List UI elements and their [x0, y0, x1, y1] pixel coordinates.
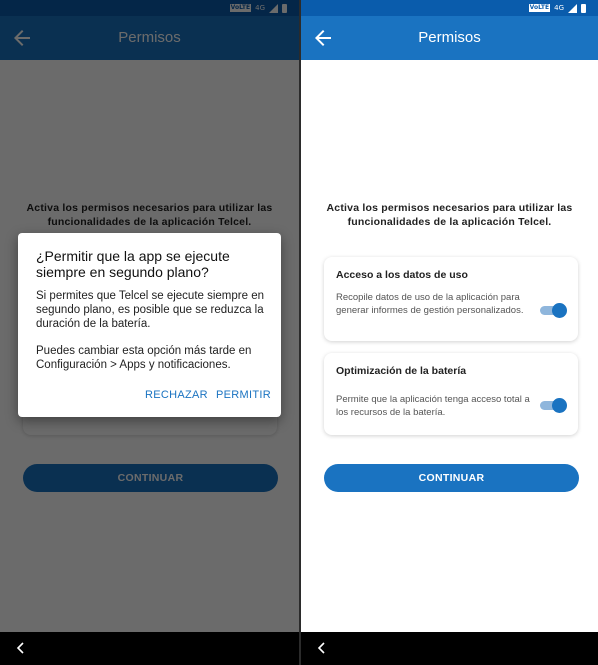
usage-access-card: Acceso a los datos de uso Recopile datos… — [324, 257, 578, 341]
intro-text: Activa los permisos necesarios para util… — [326, 202, 573, 228]
deny-button[interactable]: RECHAZAR — [145, 389, 208, 401]
dialog-message: Si permites que Telcel se ejecute siempr… — [36, 290, 264, 330]
chevron-left-icon[interactable] — [14, 641, 28, 655]
app-bar: Permisos — [301, 16, 598, 60]
system-nav-bar — [0, 632, 299, 665]
continue-button[interactable]: CONTINUAR — [324, 464, 579, 492]
dialog-hint: Puedes cambiar esta opción más tarde en … — [36, 345, 252, 371]
card-title: Optimización de la batería — [336, 365, 467, 377]
battery-icon — [581, 3, 586, 13]
battery-optimization-card: Optimización de la batería Permite que l… — [324, 353, 578, 435]
chevron-left-icon[interactable] — [315, 641, 329, 655]
battery-optimization-toggle[interactable] — [540, 398, 567, 413]
background-permission-dialog: ¿Permitir que la app se ejecute siempre … — [18, 233, 281, 417]
card-title: Acceso a los datos de uso — [336, 269, 468, 281]
left-screen: VoLTE 4G Permisos Activa los permisos ne… — [0, 0, 299, 665]
signal-icon — [568, 3, 577, 13]
card-description: Permite que la aplicación tenga acceso t… — [336, 394, 530, 418]
card-description: Recopile datos de uso de la aplicación p… — [336, 292, 524, 316]
network-type: 4G — [554, 4, 564, 12]
system-nav-bar — [301, 632, 598, 665]
page-title: Permisos — [418, 29, 481, 46]
allow-button[interactable]: PERMITIR — [216, 389, 271, 401]
dialog-title: ¿Permitir que la app se ejecute siempre … — [36, 248, 230, 280]
usage-access-toggle[interactable] — [540, 303, 567, 318]
volte-icon: VoLTE — [528, 4, 551, 12]
status-bar: VoLTE 4G — [301, 0, 598, 16]
right-screen: VoLTE 4G Permisos Activa los permisos ne… — [301, 0, 598, 665]
